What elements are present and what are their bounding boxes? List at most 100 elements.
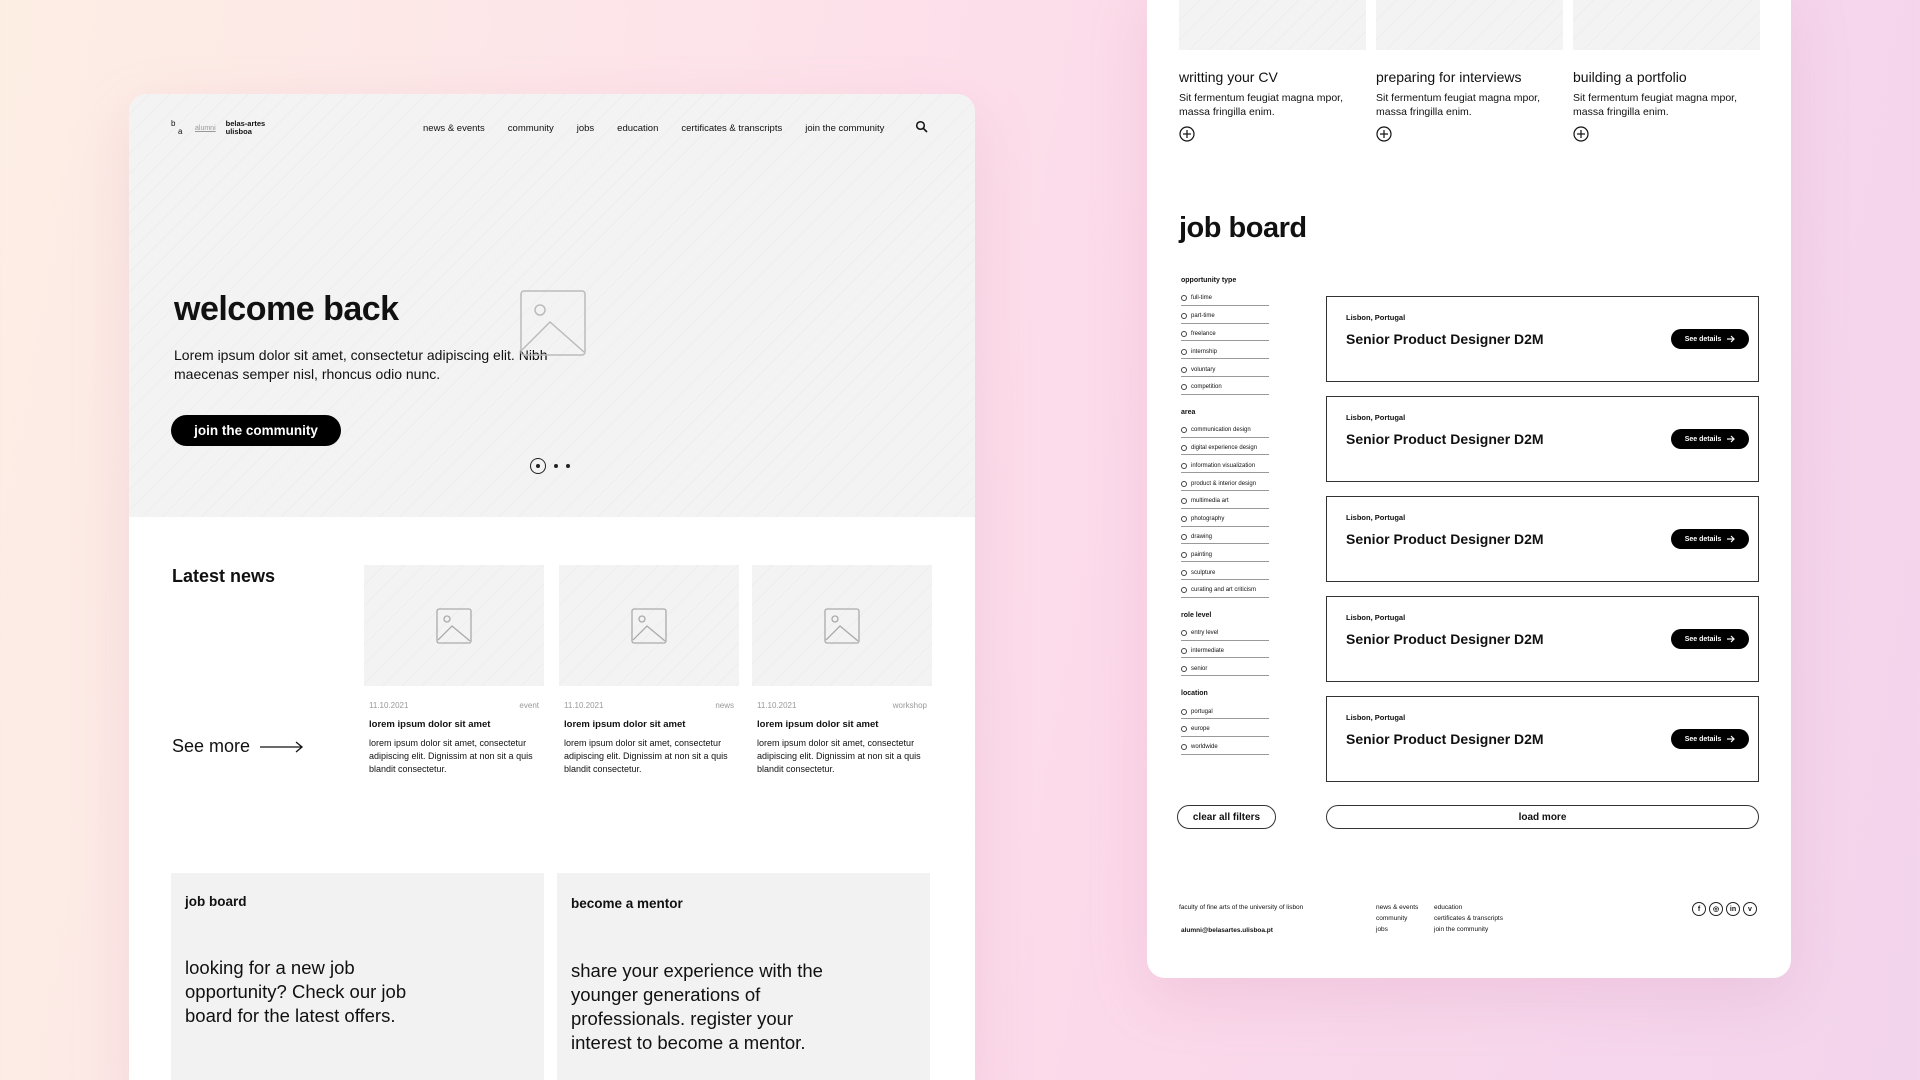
guide-card[interactable]: building a portfolio Sit fermentum feugi… — [1573, 0, 1760, 147]
filter-option[interactable]: digital experience design — [1181, 438, 1269, 456]
nav-link-jobs[interactable]: jobs — [577, 123, 594, 134]
filter-option[interactable]: voluntary — [1181, 359, 1269, 377]
job-title: Senior Product Designer D2M — [1346, 631, 1544, 647]
job-title: Senior Product Designer D2M — [1346, 431, 1544, 447]
instagram-icon[interactable]: ◎ — [1709, 902, 1723, 916]
filter-option[interactable]: communication design — [1181, 420, 1269, 438]
filter-option[interactable]: product & interior design — [1181, 473, 1269, 491]
news-date: 11.10.2021 — [369, 701, 409, 710]
filter-option[interactable]: multimedia art — [1181, 491, 1269, 509]
job-location: Lisbon, Portugal — [1346, 413, 1406, 422]
filter-option[interactable]: intermediate — [1181, 641, 1269, 659]
job-listing[interactable]: Lisbon, Portugal Senior Product Designer… — [1326, 396, 1759, 482]
nav-link-education[interactable]: education — [617, 123, 658, 134]
nav-links: news & events community jobs education c… — [423, 123, 884, 134]
job-board-promo[interactable]: job board looking for a new job opportun… — [171, 873, 544, 1080]
nav-link-community[interactable]: community — [508, 123, 554, 134]
see-details-button[interactable]: See details — [1671, 629, 1749, 649]
filter-option[interactable]: internship — [1181, 341, 1269, 360]
footer-email[interactable]: alumni@belasartes.ulisboa.pt — [1181, 925, 1273, 936]
footer-link[interactable]: certificates & transcripts — [1434, 913, 1503, 924]
filter-option[interactable]: freelance — [1181, 324, 1269, 342]
image-placeholder-icon — [520, 290, 586, 356]
filter-option[interactable]: europe — [1181, 719, 1269, 737]
footer-faculty: faculty of fine arts of the university o… — [1179, 904, 1304, 911]
filter-option[interactable]: painting — [1181, 544, 1269, 563]
guide-card[interactable]: writting your CV Sit fermentum feugiat m… — [1179, 0, 1366, 147]
news-card[interactable]: 11.10.2021 workshop lorem ipsum dolor sit… — [752, 565, 932, 776]
filter-option[interactable]: worldwide — [1181, 737, 1269, 755]
hero-title: welcome back — [174, 290, 399, 328]
footer-link[interactable]: community — [1376, 913, 1418, 924]
news-card[interactable]: 11.10.2021 event lorem ipsum dolor sit am… — [364, 565, 544, 776]
vimeo-icon[interactable]: v — [1743, 902, 1757, 916]
arrow-right-icon — [1727, 335, 1736, 343]
filter-option[interactable]: curating and art criticism — [1181, 580, 1269, 598]
filter-option[interactable]: entry level — [1181, 623, 1269, 641]
promo-text: share your experience with the younger g… — [571, 960, 823, 1053]
guide-image — [1376, 0, 1563, 50]
job-title: Senior Product Designer D2M — [1346, 331, 1544, 347]
plus-circle-icon[interactable] — [1573, 126, 1589, 142]
see-details-button[interactable]: See details — [1671, 329, 1749, 349]
join-community-button[interactable]: join the community — [171, 415, 341, 446]
filter-group-role-level: role level entry level intermediate seni… — [1181, 612, 1271, 677]
logo-alumni: alumni — [195, 124, 216, 132]
footer-link[interactable]: education — [1434, 902, 1503, 913]
nav-link-certificates[interactable]: certificates & transcripts — [681, 123, 782, 134]
footer-link[interactable]: join the community — [1434, 924, 1503, 935]
radio-icon — [1181, 348, 1187, 355]
plus-circle-icon[interactable] — [1376, 126, 1392, 142]
clear-filters-button[interactable]: clear all filters — [1177, 805, 1276, 829]
radio-icon — [1181, 569, 1187, 576]
filter-option[interactable]: competition — [1181, 377, 1269, 395]
radio-icon — [1181, 462, 1187, 469]
job-title: Senior Product Designer D2M — [1346, 531, 1544, 547]
see-details-button[interactable]: See details — [1671, 529, 1749, 549]
see-details-button[interactable]: See details — [1671, 429, 1749, 449]
filter-option[interactable]: portugal — [1181, 701, 1269, 719]
mentor-promo[interactable]: become a mentor share your experience wi… — [557, 873, 930, 1080]
filter-option[interactable]: information visualization — [1181, 455, 1269, 474]
plus-circle-icon[interactable] — [1179, 126, 1195, 142]
image-placeholder-icon — [824, 607, 860, 644]
footer-link[interactable]: jobs — [1376, 924, 1418, 935]
filter-option[interactable]: sculpture — [1181, 562, 1269, 580]
radio-icon — [1181, 708, 1187, 715]
see-more-link[interactable]: See more — [172, 736, 304, 757]
load-more-button[interactable]: load more — [1326, 805, 1759, 829]
filter-option[interactable]: photography — [1181, 509, 1269, 527]
job-listing[interactable]: Lisbon, Portugal Senior Product Designer… — [1326, 596, 1759, 682]
job-location: Lisbon, Portugal — [1346, 313, 1406, 322]
radio-icon — [1181, 427, 1187, 434]
news-card[interactable]: 11.10.2021 news lorem ipsum dolor sit ame… — [559, 565, 739, 776]
carousel-dot-active[interactable] — [530, 458, 546, 474]
see-details-button[interactable]: See details — [1671, 729, 1749, 749]
job-listing[interactable]: Lisbon, Portugal Senior Product Designer… — [1326, 296, 1759, 382]
filter-option[interactable]: senior — [1181, 658, 1269, 677]
guide-card[interactable]: preparing for interviews Sit fermentum f… — [1376, 0, 1563, 147]
nav-link-news-events[interactable]: news & events — [423, 123, 485, 134]
facebook-icon[interactable]: f — [1692, 902, 1706, 916]
radio-icon — [1181, 587, 1187, 594]
filter-option[interactable]: drawing — [1181, 527, 1269, 545]
carousel-dot[interactable] — [554, 464, 558, 468]
radio-icon — [1181, 366, 1187, 373]
filter-group-opportunity-type: opportunity type full-time part-time fre… — [1181, 277, 1271, 395]
logo[interactable]: b a alumni belas-artes ulisboa — [171, 120, 265, 136]
guide-title: building a portfolio — [1573, 69, 1687, 85]
job-board-panel: writting your CV Sit fermentum feugiat m… — [1147, 0, 1791, 978]
job-listing[interactable]: Lisbon, Portugal Senior Product Designer… — [1326, 496, 1759, 582]
carousel-dot[interactable] — [566, 464, 570, 468]
footer-link[interactable]: news & events — [1376, 902, 1418, 913]
job-listing[interactable]: Lisbon, Portugal Senior Product Designer… — [1326, 696, 1759, 782]
filter-option[interactable]: part-time — [1181, 306, 1269, 324]
search-icon[interactable] — [915, 120, 929, 134]
linkedin-icon[interactable]: in — [1726, 902, 1740, 916]
radio-icon — [1181, 647, 1187, 654]
filter-option[interactable]: full-time — [1181, 288, 1269, 306]
radio-icon — [1181, 498, 1187, 505]
nav-link-join[interactable]: join the community — [805, 123, 884, 134]
radio-icon — [1181, 480, 1187, 487]
latest-news-title: Latest news — [172, 566, 276, 586]
